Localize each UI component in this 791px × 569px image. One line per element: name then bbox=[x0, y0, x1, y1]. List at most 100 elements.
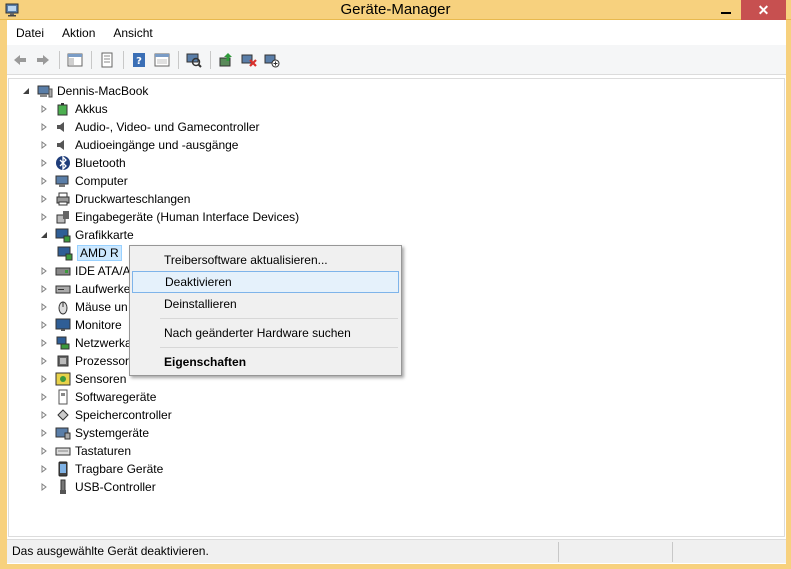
battery-icon bbox=[55, 101, 71, 117]
expand-arrow-icon[interactable] bbox=[39, 338, 49, 348]
expand-arrow-icon[interactable] bbox=[39, 410, 49, 420]
toolbar-separator bbox=[210, 50, 211, 69]
tree-item-label: Sensoren bbox=[75, 372, 127, 386]
window-title: Geräte-Manager bbox=[340, 1, 451, 18]
tree-category-item[interactable]: Audioeingänge und -ausgänge bbox=[39, 136, 238, 154]
tree-item-label: Tastaturen bbox=[75, 444, 132, 458]
tree-item-label: Softwaregeräte bbox=[75, 390, 157, 404]
back-icon[interactable] bbox=[9, 49, 31, 71]
tree-device-item[interactable]: AMD R bbox=[57, 244, 122, 262]
tree-category-item[interactable]: IDE ATA/A bbox=[39, 262, 131, 280]
expand-arrow-icon[interactable] bbox=[39, 482, 49, 492]
monitor-icon bbox=[55, 317, 71, 333]
collapse-arrow-icon[interactable] bbox=[21, 86, 31, 96]
menu-separator bbox=[160, 318, 398, 319]
menu-item-update-driver[interactable]: Treibersoftware aktualisieren... bbox=[132, 249, 399, 271]
title-bar: Geräte-Manager ✕ bbox=[0, 0, 791, 20]
toolbar-separator bbox=[178, 50, 179, 69]
expand-arrow-icon[interactable] bbox=[39, 194, 49, 204]
tree-category-item[interactable]: Tastaturen bbox=[39, 442, 131, 460]
expand-arrow-icon[interactable] bbox=[39, 158, 49, 168]
tree-category-item[interactable]: Monitore bbox=[39, 316, 122, 334]
system-icon bbox=[55, 425, 71, 441]
update-driver-icon[interactable] bbox=[215, 49, 237, 71]
tree-category-item[interactable]: Akkus bbox=[39, 100, 108, 118]
tree-category-item[interactable]: Computer bbox=[39, 172, 128, 190]
toolbar-separator bbox=[123, 50, 124, 69]
menu-datei[interactable]: Datei bbox=[7, 26, 53, 40]
expand-arrow-icon[interactable] bbox=[39, 374, 49, 384]
tree-category-item[interactable]: Softwaregeräte bbox=[39, 388, 156, 406]
forward-icon[interactable] bbox=[32, 49, 54, 71]
tree-category-item[interactable]: Sensoren bbox=[39, 370, 126, 388]
status-bar: Das ausgewählte Gerät deaktivieren. bbox=[7, 539, 786, 563]
collapse-arrow-icon[interactable] bbox=[39, 230, 49, 240]
window-frame-left bbox=[0, 20, 7, 569]
tree-item-label: Speichercontroller bbox=[75, 408, 172, 422]
status-divider bbox=[672, 542, 673, 562]
expand-arrow-icon[interactable] bbox=[39, 266, 49, 276]
expand-arrow-icon[interactable] bbox=[39, 104, 49, 114]
expand-arrow-icon[interactable] bbox=[39, 284, 49, 294]
expand-arrow-icon[interactable] bbox=[39, 446, 49, 456]
tree-item-label: Laufwerke bbox=[75, 282, 131, 296]
tree-item-label: Audio-, Video- und Gamecontroller bbox=[75, 120, 260, 134]
expand-arrow-icon[interactable] bbox=[39, 392, 49, 402]
tree-category-item[interactable]: Tragbare Geräte bbox=[39, 460, 163, 478]
tree-category-item[interactable]: Grafikkarte bbox=[39, 226, 134, 244]
tree-root[interactable]: Dennis-MacBook bbox=[21, 82, 148, 100]
menu-ansicht[interactable]: Ansicht bbox=[104, 26, 161, 40]
close-button[interactable]: ✕ bbox=[741, 0, 786, 20]
toolbar-separator bbox=[91, 50, 92, 69]
tree-item-label: Tragbare Geräte bbox=[75, 462, 164, 476]
expand-arrow-icon[interactable] bbox=[39, 464, 49, 474]
menu-item-scan-hardware[interactable]: Nach geänderter Hardware suchen bbox=[132, 322, 399, 344]
keyboard-icon bbox=[55, 443, 71, 459]
view-icon[interactable] bbox=[151, 49, 173, 71]
tree-category-item[interactable]: USB-Controller bbox=[39, 478, 156, 496]
menu-item-disable[interactable]: Deaktivieren bbox=[132, 271, 399, 293]
expand-arrow-icon[interactable] bbox=[39, 176, 49, 186]
toolbar-separator bbox=[59, 50, 60, 69]
expand-arrow-icon[interactable] bbox=[39, 302, 49, 312]
bluetooth-icon bbox=[55, 155, 71, 171]
tree-item-label: Mäuse un bbox=[75, 300, 128, 314]
storage-icon bbox=[55, 407, 71, 423]
usb-icon bbox=[55, 479, 71, 495]
minimize-button[interactable] bbox=[712, 0, 739, 20]
tree-category-item[interactable]: Eingabegeräte (Human Interface Devices) bbox=[39, 208, 299, 226]
menu-bar: Datei Aktion Ansicht bbox=[7, 22, 786, 44]
tree-category-item[interactable]: Druckwarteschlangen bbox=[39, 190, 190, 208]
scan-hardware-icon[interactable] bbox=[183, 49, 205, 71]
display-adapter-icon bbox=[57, 245, 73, 261]
tree-root-label: Dennis-MacBook bbox=[57, 84, 149, 98]
menu-item-uninstall[interactable]: Deinstallieren bbox=[132, 293, 399, 315]
expand-arrow-icon[interactable] bbox=[39, 140, 49, 150]
uninstall-icon[interactable] bbox=[238, 49, 260, 71]
help-icon[interactable]: ? bbox=[128, 49, 150, 71]
tree-category-item[interactable]: Mäuse un bbox=[39, 298, 128, 316]
tree-category-item[interactable]: Speichercontroller bbox=[39, 406, 172, 424]
expand-arrow-icon[interactable] bbox=[39, 356, 49, 366]
expand-arrow-icon[interactable] bbox=[39, 428, 49, 438]
disable-icon[interactable] bbox=[261, 49, 283, 71]
show-hide-tree-icon[interactable] bbox=[64, 49, 86, 71]
tree-item-label: Bluetooth bbox=[75, 156, 126, 170]
tree-category-item[interactable]: Laufwerke bbox=[39, 280, 130, 298]
tree-category-item[interactable]: Netzwerka bbox=[39, 334, 132, 352]
tree-category-item[interactable]: Bluetooth bbox=[39, 154, 126, 172]
expand-arrow-icon[interactable] bbox=[39, 212, 49, 222]
expand-arrow-icon[interactable] bbox=[39, 122, 49, 132]
menu-separator bbox=[160, 347, 398, 348]
tree-item-label: Netzwerka bbox=[75, 336, 132, 350]
menu-aktion[interactable]: Aktion bbox=[53, 26, 104, 40]
tree-category-item[interactable]: Prozessore bbox=[39, 352, 136, 370]
properties-icon[interactable] bbox=[96, 49, 118, 71]
menu-item-properties[interactable]: Eigenschaften bbox=[132, 351, 399, 373]
device-tree[interactable]: Dennis-MacBook Akkus Audio-, Video- und G… bbox=[8, 78, 785, 537]
tree-item-label: Computer bbox=[75, 174, 128, 188]
expand-arrow-icon[interactable] bbox=[39, 320, 49, 330]
tree-item-label: Prozessore bbox=[75, 354, 136, 368]
tree-category-item[interactable]: Audio-, Video- und Gamecontroller bbox=[39, 118, 260, 136]
tree-category-item[interactable]: Systemgeräte bbox=[39, 424, 149, 442]
